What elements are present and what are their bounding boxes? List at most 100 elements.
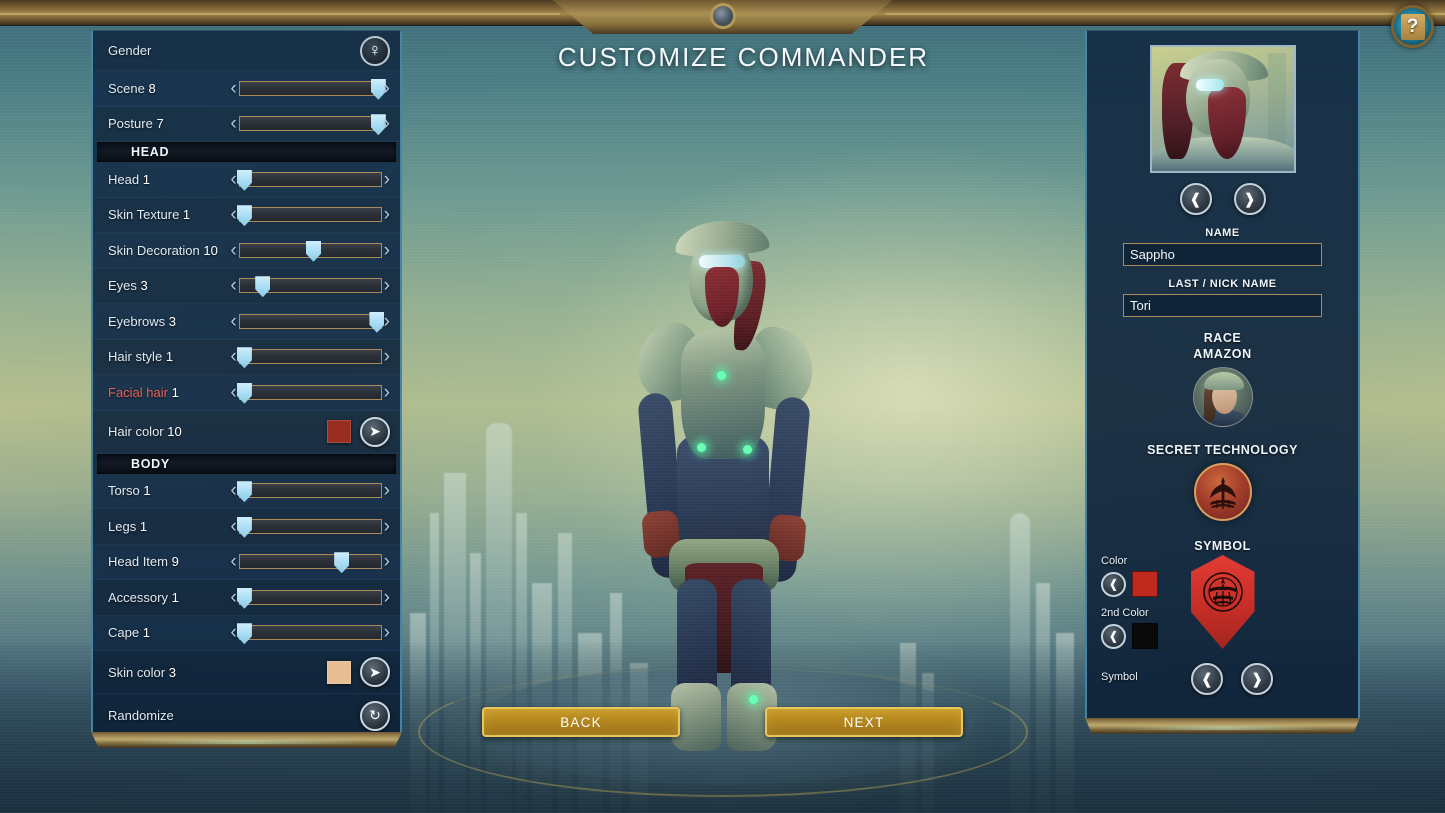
primary-color-swatch[interactable] — [1132, 571, 1158, 597]
commander-portrait[interactable] — [1149, 45, 1296, 173]
symbol-prev-button[interactable]: ❰ — [1191, 663, 1223, 695]
posture-slider[interactable] — [238, 114, 386, 136]
head-increment-button[interactable]: › — [384, 170, 390, 189]
help-button[interactable]: ? — [1391, 5, 1434, 48]
torso-decrement-button[interactable]: ‹ — [230, 481, 236, 500]
facial-hair-increment-button[interactable]: › — [384, 383, 390, 402]
scene-increment-button[interactable]: › — [384, 79, 390, 98]
row-posture: Posture 7 ‹ › — [93, 107, 400, 142]
name-label: NAME — [1205, 227, 1240, 239]
skin-decoration-increment-button[interactable]: › — [384, 241, 390, 260]
head-item-increment-button[interactable]: › — [384, 552, 390, 571]
race-icon-helmet — [1203, 372, 1244, 390]
row-skin-decoration: Skin Decoration 10 ‹ › — [93, 233, 400, 269]
legs-slider-knob[interactable] — [236, 516, 252, 538]
accessory-decrement-button[interactable]: ‹ — [230, 588, 236, 607]
faction-symbol-shield[interactable] — [1190, 555, 1255, 649]
legs-decrement-button[interactable]: ‹ — [230, 517, 236, 536]
nick-name-input[interactable] — [1123, 294, 1322, 317]
symbol-next-button[interactable]: ❱ — [1241, 663, 1273, 695]
posture-increment-button[interactable]: › — [384, 114, 390, 133]
row-hair-color: Hair color 10 ➤ — [93, 411, 400, 454]
color-control: ❰ — [1101, 571, 1158, 597]
second-color-prev-button[interactable]: ❰ — [1101, 623, 1126, 649]
name-input[interactable] — [1123, 243, 1322, 266]
row-legs: Legs 1 ‹ › — [93, 509, 400, 545]
hair-color-next-button[interactable]: ➤ — [360, 416, 390, 447]
torso-increment-button[interactable]: › — [384, 481, 390, 500]
refresh-icon[interactable]: ↻ — [360, 700, 390, 731]
hair-style-decrement-button[interactable]: ‹ — [230, 347, 236, 366]
facial-hair-decrement-button[interactable]: ‹ — [230, 383, 236, 402]
head-item-decrement-button[interactable]: ‹ — [230, 552, 236, 571]
back-button[interactable]: BACK — [482, 707, 680, 737]
female-gender-icon[interactable]: ♀ — [360, 35, 390, 66]
cape-decrement-button[interactable]: ‹ — [230, 623, 236, 642]
row-skin-texture: Skin Texture 1 ‹ › — [93, 198, 400, 233]
eyebrows-increment-button[interactable]: › — [384, 312, 390, 331]
top-bar-line — [885, 13, 1445, 15]
eyes-slider[interactable] — [238, 276, 382, 298]
torso-slider-knob[interactable] — [236, 481, 252, 503]
cape-slider[interactable] — [236, 623, 382, 645]
row-label-eyebrows: Eyebrows 3 — [108, 313, 176, 329]
question-mark-icon: ? — [1400, 13, 1425, 40]
scene-slider[interactable] — [238, 78, 386, 100]
eyes-slider-knob[interactable] — [255, 276, 271, 298]
facial-hair-slider-knob[interactable] — [236, 382, 252, 404]
color-prev-button[interactable]: ❰ — [1101, 571, 1126, 597]
eyes-increment-button[interactable]: › — [384, 276, 390, 295]
skin-decoration-slider-knob[interactable] — [305, 240, 321, 262]
legs-slider[interactable] — [236, 516, 382, 538]
row-cape: Cape 1 ‹ › — [93, 615, 400, 651]
hair-style-increment-button[interactable]: › — [384, 347, 390, 366]
skin-texture-decrement-button[interactable]: ‹ — [230, 205, 236, 224]
row-randomize: Randomize ↻ — [93, 694, 400, 732]
eyebrows-slider[interactable] — [238, 311, 385, 333]
cape-slider-knob[interactable] — [236, 623, 252, 645]
scene-decrement-button[interactable]: ‹ — [230, 79, 236, 98]
legs-increment-button[interactable]: › — [384, 517, 390, 536]
chevron-right-icon[interactable]: ❱ — [1233, 183, 1266, 215]
eyebrows-slider-knob[interactable] — [369, 311, 385, 333]
eyebrows-decrement-button[interactable]: ‹ — [230, 312, 236, 331]
row-label-head: Head 1 — [108, 171, 150, 187]
hair-color-swatch[interactable] — [327, 420, 351, 443]
skin-color-next-button[interactable]: ➤ — [360, 657, 390, 687]
hair-style-slider[interactable] — [236, 347, 382, 369]
chevron-left-icon[interactable]: ❰ — [1179, 183, 1212, 215]
head-item-slider-knob[interactable] — [334, 552, 350, 574]
head-slider-knob[interactable] — [236, 169, 252, 191]
portrait-navigation: ❰ ❱ — [1087, 183, 1358, 215]
gender-row: Gender ♀ — [93, 31, 400, 71]
cape-increment-button[interactable]: › — [384, 623, 390, 642]
skin-color-swatch[interactable] — [327, 660, 351, 684]
second-color-label: 2nd Color — [1101, 607, 1149, 619]
second-color-swatch[interactable] — [1132, 623, 1158, 649]
right-panel-footer-ornament — [1085, 718, 1360, 734]
row-head: Head 1 ‹ › — [93, 162, 400, 198]
torso-slider[interactable] — [236, 481, 382, 503]
customization-panel-body: Gender ♀ Scene 8 ‹ › Posture 7 ‹ › HEAD … — [91, 30, 402, 732]
row-label-cape: Cape 1 — [108, 625, 150, 641]
commander-summary-body: ❰ ❱ NAME LAST / NICK NAME RACE AMAZON SE… — [1085, 30, 1360, 718]
skin-texture-increment-button[interactable]: › — [384, 205, 390, 224]
head-decrement-button[interactable]: ‹ — [230, 170, 236, 189]
accessory-slider-knob[interactable] — [236, 587, 252, 609]
posture-decrement-button[interactable]: ‹ — [230, 114, 236, 133]
skin-texture-slider[interactable] — [236, 205, 382, 227]
skin-decoration-slider[interactable] — [238, 240, 382, 262]
head-slider[interactable] — [236, 169, 382, 191]
accessory-slider[interactable] — [236, 587, 382, 609]
head-item-slider[interactable] — [238, 552, 382, 574]
facial-hair-slider[interactable] — [236, 382, 382, 404]
race-icon[interactable] — [1192, 367, 1253, 427]
row-label-skin-color: Skin color 3 — [108, 664, 176, 680]
secret-technology-icon[interactable] — [1193, 463, 1252, 521]
eyes-decrement-button[interactable]: ‹ — [230, 276, 236, 295]
skin-texture-slider-knob[interactable] — [236, 205, 252, 227]
accessory-increment-button[interactable]: › — [384, 588, 390, 607]
hair-style-slider-knob[interactable] — [236, 347, 252, 369]
next-button[interactable]: NEXT — [765, 707, 963, 737]
skin-decoration-decrement-button[interactable]: ‹ — [230, 241, 236, 260]
